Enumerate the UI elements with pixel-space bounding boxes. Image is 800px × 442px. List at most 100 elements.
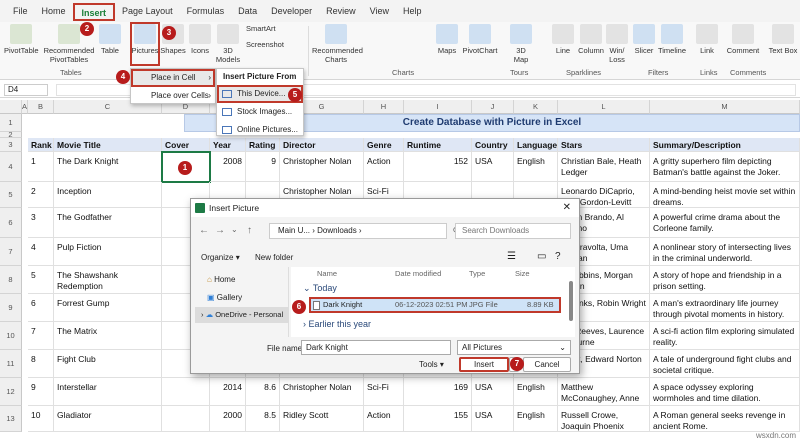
- winloss-sparkline-button[interactable]: Win/ Loss: [606, 24, 628, 64]
- header-cell[interactable]: Rating: [246, 138, 280, 152]
- column-size-header[interactable]: Size: [515, 269, 530, 278]
- row-header[interactable]: 7: [0, 238, 22, 266]
- tab-insert[interactable]: Insert: [72, 2, 116, 21]
- cell-summary[interactable]: A sci-fi action film exploring simulated…: [650, 322, 800, 350]
- row-header[interactable]: 10: [0, 322, 22, 350]
- cell-year[interactable]: 2008: [210, 152, 246, 182]
- 3d-models-button[interactable]: 3D Models: [214, 24, 242, 64]
- header-cell[interactable]: Genre: [364, 138, 404, 152]
- row-header[interactable]: 13: [0, 406, 22, 432]
- cancel-button[interactable]: Cancel: [523, 357, 571, 372]
- view-options-icon[interactable]: ☰: [507, 251, 516, 262]
- cell-summary[interactable]: A gritty superhero film depicting Batman…: [650, 152, 800, 182]
- cell-country[interactable]: USA: [472, 406, 514, 432]
- tab-data[interactable]: Data: [231, 0, 264, 22]
- cell-rank[interactable]: 3: [28, 208, 54, 238]
- cell-summary[interactable]: A man's extraordinary life journey throu…: [650, 294, 800, 322]
- cell-rating[interactable]: 9: [246, 152, 280, 182]
- cell-summary[interactable]: A Roman general seeks revenge in ancient…: [650, 406, 800, 432]
- cell-cover[interactable]: [162, 378, 210, 406]
- cell-genre[interactable]: Action: [364, 406, 404, 432]
- cell-title[interactable]: Interstellar: [54, 378, 162, 406]
- cell-rank[interactable]: 4: [28, 238, 54, 266]
- cell-title[interactable]: Gladiator: [54, 406, 162, 432]
- row-header[interactable]: 8: [0, 266, 22, 294]
- select-all-corner[interactable]: [0, 100, 22, 114]
- cell-title[interactable]: Inception: [54, 182, 162, 208]
- help-icon[interactable]: ?: [555, 251, 561, 262]
- timeline-button[interactable]: Timeline: [656, 24, 688, 55]
- chevron-down-icon[interactable]: ⌄: [231, 225, 238, 234]
- cell-rating[interactable]: 8.5: [246, 406, 280, 432]
- cell-title[interactable]: The Matrix: [54, 322, 162, 350]
- cell-summary[interactable]: A powerful crime drama about the Corleon…: [650, 208, 800, 238]
- screenshot-button[interactable]: Screenshot: [246, 40, 302, 49]
- column-header[interactable]: M: [650, 100, 800, 114]
- header-cell[interactable]: Director: [280, 138, 364, 152]
- cell-rank[interactable]: 1: [28, 152, 54, 182]
- row-header[interactable]: 11: [0, 350, 22, 378]
- row-header[interactable]: 12: [0, 378, 22, 406]
- cell-summary[interactable]: A space odyssey exploring wormholes and …: [650, 378, 800, 406]
- cell-stars[interactable]: Matthew McConaughey, Anne Hathaway: [558, 378, 650, 406]
- row-header[interactable]: 4: [0, 152, 22, 182]
- close-icon[interactable]: ✕: [563, 199, 571, 217]
- preview-pane-icon[interactable]: ▭: [537, 251, 546, 262]
- cell-genre[interactable]: Action: [364, 152, 404, 182]
- address-bar[interactable]: Main U... › Downloads ›: [269, 223, 447, 239]
- column-header[interactable]: J: [472, 100, 514, 114]
- cell-lang[interactable]: English: [514, 406, 558, 432]
- icons-button[interactable]: Icons: [188, 24, 212, 55]
- recommended-charts-button[interactable]: Recommended Charts: [312, 24, 363, 64]
- forward-arrow-icon[interactable]: →: [215, 225, 225, 236]
- pivotchart-button[interactable]: PivotChart: [462, 24, 498, 55]
- slicer-button[interactable]: Slicer: [632, 24, 656, 55]
- column-header[interactable]: L: [558, 100, 650, 114]
- header-cell[interactable]: Rank: [28, 138, 54, 152]
- column-name-header[interactable]: Name: [317, 269, 337, 278]
- row-header[interactable]: 9: [0, 294, 22, 322]
- cell-rank[interactable]: 9: [28, 378, 54, 406]
- place-over-cells-item[interactable]: Place over Cells ›: [131, 87, 215, 105]
- cell-rank[interactable]: 7: [28, 322, 54, 350]
- column-header[interactable]: I: [404, 100, 472, 114]
- header-cell[interactable]: Language: [514, 138, 558, 152]
- stock-images-item[interactable]: Stock Images...: [217, 103, 303, 121]
- cell-runtime[interactable]: 152: [404, 152, 472, 182]
- pictures-button[interactable]: Pictures: [130, 22, 160, 66]
- path-segment-main[interactable]: Main U...: [278, 226, 310, 235]
- link-button[interactable]: Link: [696, 24, 718, 55]
- cell-summary[interactable]: A story of hope and friendship in a pris…: [650, 266, 800, 294]
- cell-cover[interactable]: [162, 406, 210, 432]
- tools-button[interactable]: Tools ▾: [419, 360, 444, 369]
- tab-view[interactable]: View: [363, 0, 396, 22]
- tab-file[interactable]: File: [6, 0, 35, 22]
- maps-button[interactable]: Maps: [436, 24, 458, 55]
- pivottable-button[interactable]: PivotTable: [4, 24, 39, 55]
- file-type-filter[interactable]: All Pictures ⌄: [457, 340, 571, 355]
- file-name-input[interactable]: Dark Knight: [301, 340, 451, 355]
- cell-director[interactable]: Christopher Nolan: [280, 378, 364, 406]
- path-segment-downloads[interactable]: Downloads: [317, 226, 357, 235]
- cell-summary[interactable]: A mind-bending heist movie set within dr…: [650, 182, 800, 208]
- cell-rank[interactable]: 6: [28, 294, 54, 322]
- cell-title[interactable]: Pulp Fiction: [54, 238, 162, 266]
- cell-summary[interactable]: A tale of underground fight clubs and so…: [650, 350, 800, 378]
- tab-page-layout[interactable]: Page Layout: [115, 0, 180, 22]
- text-box-button[interactable]: Text Box: [768, 24, 798, 55]
- cell-title[interactable]: The Dark Knight: [54, 152, 162, 182]
- cell-rank[interactable]: 2: [28, 182, 54, 208]
- smartart-button[interactable]: SmartArt: [246, 24, 290, 33]
- cell-rank[interactable]: 8: [28, 350, 54, 378]
- cell-year[interactable]: 2014: [210, 378, 246, 406]
- tab-developer[interactable]: Developer: [264, 0, 319, 22]
- row-header[interactable]: 3: [0, 138, 22, 152]
- cell-director[interactable]: Ridley Scott: [280, 406, 364, 432]
- row-header[interactable]: 6: [0, 208, 22, 238]
- column-header[interactable]: K: [514, 100, 558, 114]
- column-header[interactable]: B: [28, 100, 54, 114]
- header-cell[interactable]: Summary/Description: [650, 138, 800, 152]
- tab-home[interactable]: Home: [35, 0, 73, 22]
- cell-runtime[interactable]: 169: [404, 378, 472, 406]
- cell-stars[interactable]: Christian Bale, Heath Ledger: [558, 152, 650, 182]
